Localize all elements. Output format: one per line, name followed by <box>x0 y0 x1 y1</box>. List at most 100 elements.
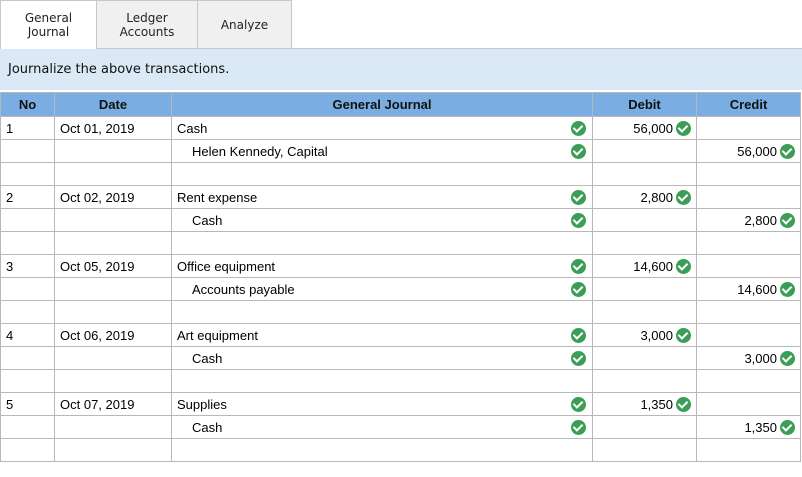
cell-date[interactable] <box>54 369 172 393</box>
account-name: Cash <box>177 120 208 136</box>
cell-account[interactable]: Helen Kennedy, Capital <box>171 139 593 163</box>
check-circle-icon <box>676 396 691 412</box>
cell-credit[interactable] <box>696 116 801 140</box>
cell-account[interactable] <box>171 369 593 393</box>
cell-debit[interactable] <box>592 162 697 186</box>
account-name: Cash <box>192 350 223 366</box>
tab-analyze[interactable]: Analyze <box>197 0 292 48</box>
cell-account[interactable]: Accounts payable <box>171 277 593 301</box>
entry-number: 5 <box>6 396 14 412</box>
cell-account[interactable]: Supplies <box>171 392 593 416</box>
cell-debit[interactable] <box>592 300 697 324</box>
table-row: Cash 2,800 <box>0 208 801 232</box>
cell-date[interactable] <box>54 415 172 439</box>
cell-account[interactable] <box>171 231 593 255</box>
cell-debit[interactable]: 14,600 <box>592 254 697 278</box>
cell-debit[interactable] <box>592 277 697 301</box>
cell-no <box>0 231 55 255</box>
tab-label: General Journal <box>24 11 73 39</box>
cell-credit[interactable]: 1,350 <box>696 415 801 439</box>
check-circle-icon <box>571 420 586 435</box>
cell-credit[interactable] <box>696 300 801 324</box>
cell-credit[interactable] <box>696 438 801 462</box>
cell-date[interactable]: Oct 07, 2019 <box>54 392 172 416</box>
cell-no: 1 <box>0 116 55 140</box>
instruction-text: Journalize the above transactions. <box>0 48 802 90</box>
cell-account[interactable]: Cash <box>171 346 593 370</box>
entry-date: Oct 05, 2019 <box>60 258 135 274</box>
cell-no: 2 <box>0 185 55 209</box>
entry-number: 3 <box>6 258 14 274</box>
check-circle-icon <box>780 143 795 159</box>
cell-debit[interactable] <box>592 346 697 370</box>
cell-date[interactable]: Oct 01, 2019 <box>54 116 172 140</box>
cell-credit[interactable] <box>696 392 801 416</box>
cell-account[interactable]: Cash <box>171 415 593 439</box>
cell-debit[interactable] <box>592 231 697 255</box>
check-circle-icon <box>676 327 691 343</box>
cell-credit[interactable] <box>696 323 801 347</box>
column-header-credit: Credit <box>696 92 801 117</box>
cell-date[interactable] <box>54 300 172 324</box>
table-header-row: No Date General Journal Debit Credit <box>0 92 801 117</box>
table-row <box>0 438 801 462</box>
credit-amount: 1,350 <box>744 419 777 435</box>
cell-debit[interactable]: 3,000 <box>592 323 697 347</box>
cell-no <box>0 162 55 186</box>
cell-no <box>0 208 55 232</box>
cell-date[interactable] <box>54 346 172 370</box>
cell-debit[interactable]: 2,800 <box>592 185 697 209</box>
cell-credit[interactable] <box>696 162 801 186</box>
cell-account[interactable]: Rent expense <box>171 185 593 209</box>
cell-credit[interactable] <box>696 254 801 278</box>
tab-label: Analyze <box>220 17 269 32</box>
cell-date[interactable] <box>54 139 172 163</box>
account-name: Supplies <box>177 396 227 412</box>
account-name: Helen Kennedy, Capital <box>192 143 328 159</box>
cell-debit[interactable] <box>592 438 697 462</box>
cell-debit[interactable] <box>592 415 697 439</box>
cell-date[interactable] <box>54 231 172 255</box>
cell-account[interactable] <box>171 162 593 186</box>
cell-account[interactable]: Cash <box>171 116 593 140</box>
cell-debit[interactable] <box>592 208 697 232</box>
cell-account[interactable]: Cash <box>171 208 593 232</box>
table-row: Cash 1,350 <box>0 415 801 439</box>
tab-ledger-accounts[interactable]: Ledger Accounts <box>96 0 198 48</box>
cell-credit[interactable] <box>696 369 801 393</box>
cell-credit[interactable]: 14,600 <box>696 277 801 301</box>
cell-account[interactable] <box>171 438 593 462</box>
account-name: Cash <box>192 212 223 228</box>
cell-credit[interactable]: 3,000 <box>696 346 801 370</box>
cell-credit[interactable]: 56,000 <box>696 139 801 163</box>
cell-date[interactable] <box>54 438 172 462</box>
entry-date: Oct 01, 2019 <box>60 120 135 136</box>
cell-date[interactable]: Oct 05, 2019 <box>54 254 172 278</box>
cell-debit[interactable]: 56,000 <box>592 116 697 140</box>
table-row <box>0 162 801 186</box>
cell-credit[interactable] <box>696 185 801 209</box>
tab-general-journal[interactable]: General Journal <box>0 0 97 49</box>
cell-account[interactable]: Art equipment <box>171 323 593 347</box>
column-header-general-journal: General Journal <box>171 92 593 117</box>
cell-date[interactable]: Oct 02, 2019 <box>54 185 172 209</box>
cell-no <box>0 277 55 301</box>
cell-debit[interactable] <box>592 139 697 163</box>
cell-debit[interactable]: 1,350 <box>592 392 697 416</box>
cell-account[interactable]: Office equipment <box>171 254 593 278</box>
cell-debit[interactable] <box>592 369 697 393</box>
cell-credit[interactable]: 2,800 <box>696 208 801 232</box>
cell-no: 3 <box>0 254 55 278</box>
check-circle-icon <box>571 213 586 228</box>
cell-date[interactable] <box>54 208 172 232</box>
check-circle-icon <box>571 328 586 343</box>
entry-number: 4 <box>6 327 14 343</box>
check-circle-icon <box>780 419 795 435</box>
cell-account[interactable] <box>171 300 593 324</box>
entry-date: Oct 06, 2019 <box>60 327 135 343</box>
cell-date[interactable]: Oct 06, 2019 <box>54 323 172 347</box>
cell-date[interactable] <box>54 162 172 186</box>
cell-credit[interactable] <box>696 231 801 255</box>
cell-date[interactable] <box>54 277 172 301</box>
column-header-no: No <box>0 92 55 117</box>
